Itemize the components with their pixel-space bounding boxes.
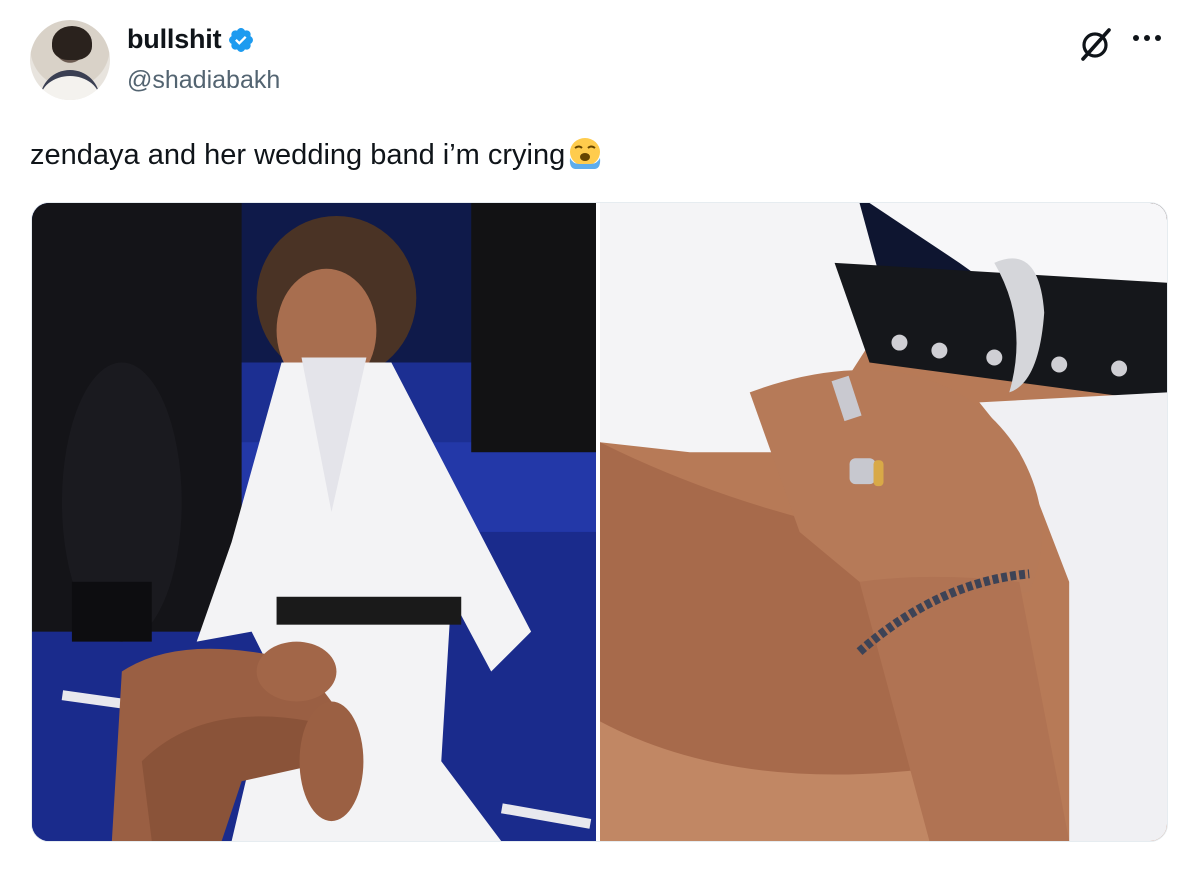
tweet-body: zendaya and her wedding band i’m crying: [30, 139, 566, 171]
crying-face-emoji-icon: [570, 138, 601, 169]
more-icon[interactable]: [1133, 32, 1167, 44]
grok-icon[interactable]: [1078, 26, 1114, 62]
tweet-text: zendaya and her wedding band i’m crying: [30, 136, 603, 173]
avatar[interactable]: [30, 20, 110, 100]
photo-right[interactable]: [600, 203, 1167, 841]
photo-left[interactable]: [32, 203, 596, 841]
author-name-row: bullshit: [127, 24, 255, 55]
verified-badge-icon[interactable]: [227, 26, 255, 54]
photo-left-image: [32, 203, 596, 841]
photo-right-image: [600, 203, 1167, 841]
media-grid: [31, 202, 1168, 842]
author-handle[interactable]: @shadiabakh: [127, 66, 280, 95]
display-name[interactable]: bullshit: [127, 24, 222, 55]
